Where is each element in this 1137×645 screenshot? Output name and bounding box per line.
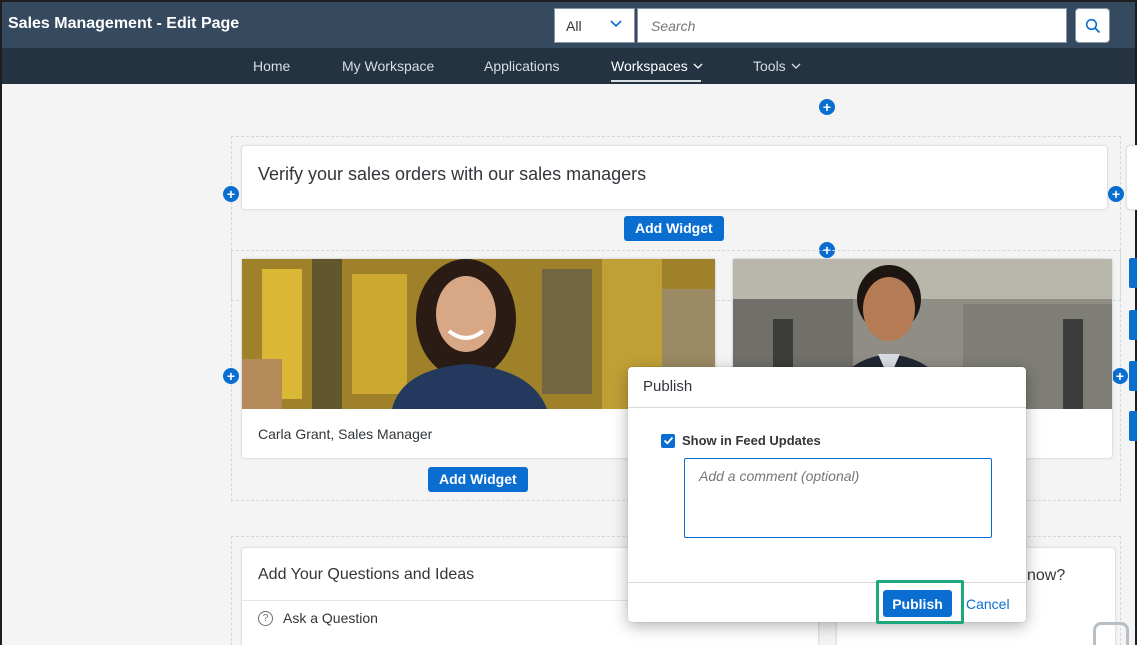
nav-label: Tools <box>753 58 786 74</box>
dialog-title: Publish <box>643 378 693 395</box>
side-panel-tab[interactable] <box>1129 361 1137 391</box>
nav-item-workspaces[interactable]: Workspaces <box>611 58 704 74</box>
side-panel-tab[interactable] <box>1129 411 1137 441</box>
add-column-plus-icon[interactable]: + <box>1112 368 1128 384</box>
chevron-down-icon <box>693 63 703 69</box>
search-input[interactable] <box>637 8 1067 43</box>
ask-question-label: Ask a Question <box>283 610 378 626</box>
partial-widget-heading: now? <box>1027 567 1066 584</box>
cancel-button[interactable]: Cancel <box>966 596 1010 612</box>
nav-item-home[interactable]: Home <box>253 58 290 74</box>
search-button[interactable] <box>1075 8 1110 43</box>
show-in-feed-checkbox-row[interactable]: Show in Feed Updates <box>661 433 821 448</box>
profile-caption: Carla Grant, Sales Manager <box>258 426 433 442</box>
add-column-plus-icon[interactable]: + <box>223 186 239 202</box>
hero-text: Verify your sales orders with our sales … <box>258 164 647 184</box>
add-column-plus-icon[interactable]: + <box>223 368 239 384</box>
hero-text-widget[interactable]: Verify your sales orders with our sales … <box>241 145 1108 210</box>
app-title: Sales Management - Edit Page <box>8 15 240 32</box>
questions-title: Add Your Questions and Ideas <box>258 566 475 583</box>
show-in-feed-label: Show in Feed Updates <box>682 433 821 448</box>
scope-value: All <box>566 17 582 34</box>
add-section-plus-icon[interactable]: + <box>819 99 835 115</box>
question-icon: ? <box>258 610 273 626</box>
chevron-down-icon <box>791 63 801 69</box>
show-in-feed-checkbox[interactable] <box>661 433 675 448</box>
nav-label: Workspaces <box>611 58 688 74</box>
active-nav-indicator <box>611 80 701 82</box>
side-panel-tab[interactable] <box>1129 258 1137 288</box>
nav-item-tools[interactable]: Tools <box>753 58 802 74</box>
chevron-down-icon <box>610 20 622 28</box>
top-navigation: Home My Workspace Applications Workspace… <box>2 48 1135 84</box>
checkmark-icon <box>663 436 673 445</box>
shell-header: Sales Management - Edit Page All <box>2 2 1135 48</box>
dialog-header: Publish <box>628 367 1026 408</box>
nav-item-my-workspace[interactable]: My Workspace <box>342 58 434 74</box>
nav-label: My Workspace <box>342 58 435 74</box>
add-column-plus-icon[interactable]: + <box>1108 186 1124 202</box>
partial-widget <box>1126 145 1137 210</box>
chat-icon[interactable] <box>1093 622 1129 645</box>
nav-label: Home <box>253 58 291 74</box>
comment-textarea[interactable] <box>684 458 992 538</box>
side-panel-tab[interactable] <box>1129 310 1137 340</box>
add-widget-button[interactable]: Add Widget <box>624 216 724 241</box>
publish-button[interactable]: Publish <box>883 590 952 617</box>
search-icon <box>1085 18 1100 33</box>
ask-question-item[interactable]: ? Ask a Question <box>258 610 378 626</box>
search-scope-select[interactable]: All <box>554 8 635 43</box>
nav-item-applications[interactable]: Applications <box>484 58 560 74</box>
add-widget-button[interactable]: Add Widget <box>428 467 528 492</box>
publish-dialog: Publish Show in Feed Updates Publish Can… <box>628 367 1026 624</box>
nav-label: Applications <box>484 58 560 74</box>
